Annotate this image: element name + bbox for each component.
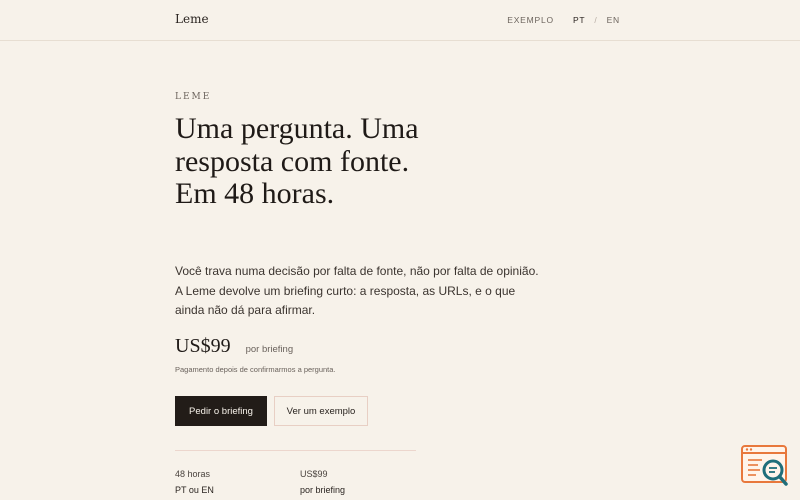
fact-turnaround: 48 horas (175, 469, 211, 479)
request-briefing-button[interactable]: Pedir o briefing (175, 396, 267, 426)
facts-column-time: 48 horas PT ou EN (175, 467, 214, 498)
price-unit: por briefing (245, 344, 294, 355)
lang-separator: / (594, 15, 598, 25)
nav-link-example[interactable]: EXEMPLO (507, 15, 554, 25)
price-amount: US$99 (175, 335, 231, 357)
top-bar: Leme EXEMPLO PT / EN (0, 0, 800, 41)
lang-en-link[interactable]: EN (607, 15, 620, 25)
lang-pt-link[interactable]: PT (573, 15, 585, 25)
fact-price-unit: por briefing (300, 484, 346, 495)
hero-eyebrow: LEME (175, 92, 212, 102)
top-nav: EXEMPLO PT / EN (507, 15, 620, 25)
fact-language: PT ou EN (175, 484, 214, 495)
fact-price: US$99 (300, 469, 328, 479)
search-document-icon-graphic (741, 445, 788, 486)
search-document-icon[interactable] (740, 444, 792, 488)
brand-logo[interactable]: Leme (175, 12, 209, 26)
view-example-button[interactable]: Ver um exemplo (274, 396, 368, 426)
hero-headline: Uma pergunta. Uma resposta com fonte. Em… (175, 112, 419, 210)
payment-note: Pagamento depois de confirmarmos a pergu… (175, 365, 336, 374)
facts-column-price: US$99 por briefing (300, 467, 345, 498)
divider (175, 450, 416, 451)
hero-lead-paragraph: Você trava numa decisão por falta de fon… (175, 264, 539, 317)
price-block: US$99 por briefing (175, 335, 293, 358)
